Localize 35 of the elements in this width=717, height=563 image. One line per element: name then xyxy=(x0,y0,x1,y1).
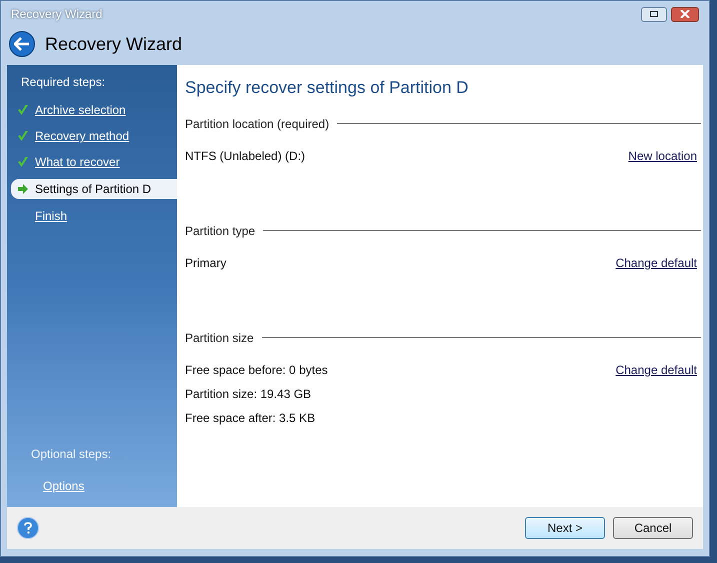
step-item[interactable]: What to recover xyxy=(7,153,177,171)
check-icon xyxy=(17,104,29,116)
step-item[interactable]: Recovery method xyxy=(7,127,177,145)
page-heading: Specify recover settings of Partition D xyxy=(185,77,470,99)
change-link[interactable]: Change default xyxy=(616,254,697,272)
arrow-right-icon xyxy=(17,183,29,195)
restore-button[interactable] xyxy=(641,6,667,22)
dialog-button[interactable]: Cancel xyxy=(613,517,693,539)
section-label: Partition location (required) xyxy=(185,116,330,132)
window-title: Recovery Wizard xyxy=(11,6,102,23)
check-icon xyxy=(17,156,29,168)
setting-text: NTFS (Unlabeled) (D:) xyxy=(185,148,306,164)
setting-text: Free space before: 0 bytes xyxy=(185,362,328,378)
required-steps-label: Required steps: xyxy=(20,74,106,91)
setting-text: Partition size: 19.43 GB xyxy=(185,386,312,402)
step-item[interactable]: Finish xyxy=(7,207,177,225)
restore-icon xyxy=(650,11,658,17)
setting-text: Primary xyxy=(185,254,226,272)
dialog-button[interactable]: Next > xyxy=(525,517,605,539)
back-arrow-icon xyxy=(14,37,30,51)
back-button[interactable] xyxy=(9,31,35,57)
section-label: Partition type xyxy=(185,222,256,240)
change-link[interactable]: New location xyxy=(628,146,697,164)
section-label: Partition size xyxy=(185,330,254,346)
optional-steps-label: Optional steps: xyxy=(30,446,112,463)
close-icon xyxy=(680,10,690,18)
setting-text: Free space after: 3.5 KB xyxy=(185,410,316,426)
wizard-title: Recovery Wizard xyxy=(45,32,182,56)
help-button[interactable] xyxy=(17,517,39,539)
change-link[interactable]: Change default xyxy=(616,360,697,378)
step-item[interactable]: Archive selection xyxy=(7,101,177,119)
close-button[interactable] xyxy=(671,6,699,22)
help-icon xyxy=(24,522,32,534)
check-icon xyxy=(17,130,29,142)
step-item[interactable]: Settings of Partition D xyxy=(11,179,177,199)
